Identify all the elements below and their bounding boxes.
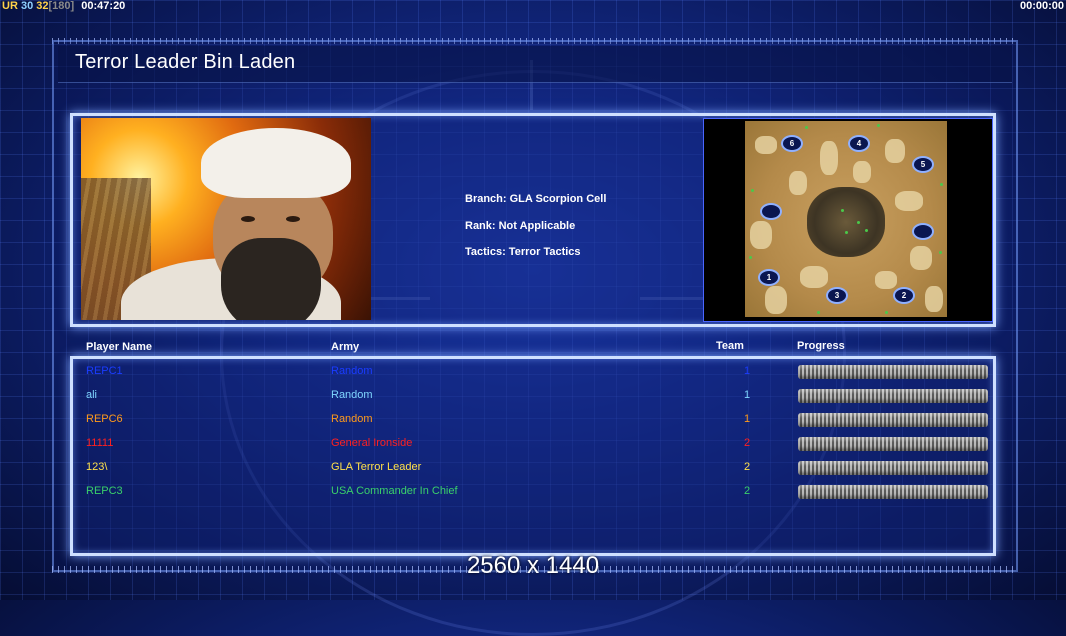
- map-terrain: [755, 136, 777, 154]
- map-terrain: [910, 246, 932, 270]
- player-army: Random: [331, 413, 373, 425]
- player-team: 1: [744, 365, 751, 377]
- map-unit-dot: [877, 124, 880, 127]
- resolution-label: 2560 x 1440: [466, 552, 600, 579]
- map-terrain: [925, 286, 943, 312]
- player-army: GLA Terror Leader: [331, 461, 422, 473]
- player-team: 2: [744, 461, 751, 473]
- map-terrain: [853, 161, 871, 183]
- map-unit-dot: [805, 126, 808, 129]
- player-army: Random: [331, 365, 373, 377]
- player-row: ali Random 1: [0, 384, 1066, 408]
- map-unit-dot: [845, 231, 848, 234]
- map-unit-dot: [857, 221, 860, 224]
- player-army: USA Commander In Chief: [331, 485, 458, 497]
- map-unit-dot: [939, 251, 942, 254]
- map-spawn-marker: [760, 203, 782, 220]
- map-spawn-marker: [912, 223, 934, 240]
- player-progress-bar: [798, 485, 988, 499]
- column-header-team: Team: [716, 340, 744, 352]
- map-center-crater: [807, 187, 885, 257]
- rank-text: Rank: Not Applicable: [465, 219, 576, 232]
- column-header-progress: Progress: [797, 340, 845, 352]
- column-header-army: Army: [331, 341, 360, 353]
- fps-cap: [180]: [48, 0, 75, 12]
- player-progress-bar: [798, 437, 988, 451]
- player-army: Random: [331, 389, 373, 401]
- branch-text: Branch: GLA Scorpion Cell: [465, 193, 607, 205]
- player-row: REPC6 Random 1: [0, 408, 1066, 432]
- player-name: 123\: [86, 461, 108, 473]
- countdown-timer: 00:00:00: [1019, 0, 1064, 12]
- portrait-turban: [201, 128, 351, 198]
- elapsed-time: 00:47:20: [81, 0, 126, 12]
- map-spawn-marker: 3: [826, 287, 848, 304]
- map-terrain: [750, 221, 772, 249]
- map-unit-dot: [885, 311, 888, 314]
- map-spawn-marker: 5: [912, 156, 934, 173]
- general-stats: Branch: GLA Scorpion Cell Rank: Not Appl…: [465, 186, 606, 266]
- portrait-eye-right: [286, 216, 300, 222]
- fps-readout: UR 30 32[180] 00:47:20: [2, 0, 125, 12]
- map-unit-dot: [751, 189, 754, 192]
- map-unit-dot: [817, 311, 820, 314]
- map-terrain: [800, 266, 828, 288]
- map-unit-dot: [749, 256, 752, 259]
- player-progress-bar: [798, 365, 988, 379]
- player-progress-bar: [798, 389, 988, 403]
- player-team: 2: [744, 485, 751, 497]
- top-hud: UR 30 32[180] 00:47:20 00:00:00: [0, 0, 1066, 14]
- map-unit-dot: [865, 229, 868, 232]
- map-spawn-marker: 1: [758, 269, 780, 286]
- fps-value: 30: [20, 0, 34, 12]
- map-terrain: [895, 191, 923, 211]
- player-name: REPC3: [86, 485, 123, 497]
- portrait-eye-left: [241, 216, 255, 222]
- player-team: 1: [744, 413, 751, 425]
- map-spawn-marker: 6: [781, 135, 803, 152]
- player-team: 1: [744, 389, 751, 401]
- player-progress-bar: [798, 461, 988, 475]
- column-header-player-name: Player Name: [86, 341, 153, 353]
- page-title: Terror Leader Bin Laden: [75, 51, 296, 73]
- map-terrain: [885, 139, 905, 163]
- tactics-text: Tactics: Terror Tactics: [465, 246, 581, 258]
- player-name: 11111: [86, 437, 114, 449]
- map-unit-dot: [940, 183, 943, 186]
- player-progress-bar: [798, 413, 988, 427]
- player-row: 123\ GLA Terror Leader 2: [0, 456, 1066, 480]
- ur-label: UR: [2, 0, 18, 12]
- map-terrain: [765, 286, 787, 314]
- player-row: 11111 General Ironside 2: [0, 432, 1066, 456]
- player-army: General Ironside: [331, 437, 413, 449]
- fps-target: 32: [36, 0, 49, 12]
- portrait-beard: [221, 238, 321, 320]
- map-spawn-marker: 4: [848, 135, 870, 152]
- map-unit-dot: [841, 209, 844, 212]
- map-spawn-marker: 2: [893, 287, 915, 304]
- general-portrait: [81, 118, 371, 320]
- player-name: REPC1: [86, 365, 123, 377]
- map-terrain: [875, 271, 897, 289]
- map-terrain: [820, 141, 838, 175]
- player-name: ali: [86, 389, 98, 401]
- player-name: REPC6: [86, 413, 123, 425]
- player-row: REPC3 USA Commander In Chief 2: [0, 480, 1066, 504]
- map-terrain: [789, 171, 807, 195]
- player-row: REPC1 Random 1: [0, 360, 1066, 384]
- player-team: 2: [744, 437, 751, 449]
